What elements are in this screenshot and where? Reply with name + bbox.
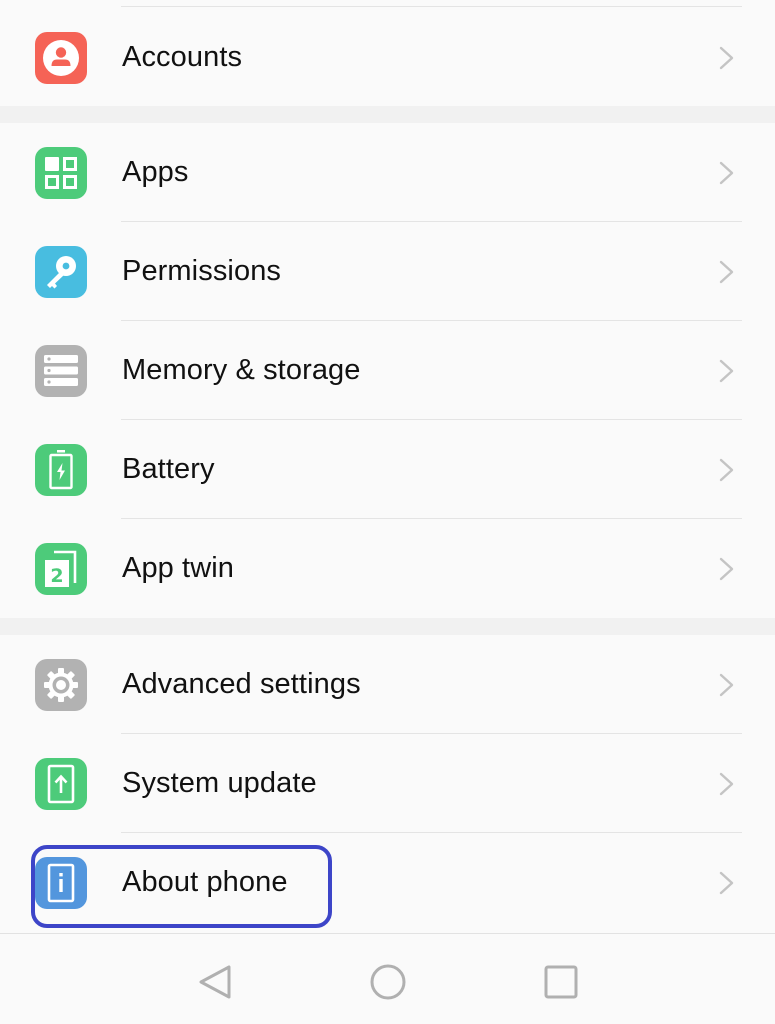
chevron-right-icon [719, 458, 734, 482]
settings-item-about-phone[interactable]: About phone [0, 833, 775, 932]
key-icon [35, 246, 87, 298]
settings-item-label: About phone [122, 866, 288, 898]
settings-item-permissions[interactable]: Permissions [0, 222, 775, 321]
home-circle-icon [370, 964, 406, 1000]
nav-recents-button[interactable] [541, 962, 581, 1002]
settings-item-label: Apps [122, 156, 189, 188]
app-twin-icon: 2 [35, 543, 87, 595]
settings-item-label: Battery [122, 453, 215, 485]
settings-item-label: Permissions [122, 255, 282, 287]
settings-item-label: Advanced settings [122, 668, 361, 700]
chevron-right-icon [719, 557, 734, 581]
settings-item-advanced-settings[interactable]: Advanced settings [0, 635, 775, 734]
settings-item-app-twin[interactable]: 2 App twin [0, 519, 775, 618]
chevron-right-icon [719, 260, 734, 284]
recents-square-icon [544, 965, 578, 999]
chevron-right-icon [719, 359, 734, 383]
settings-item-label: Memory & storage [122, 354, 361, 386]
settings-item-accounts[interactable]: Accounts [0, 8, 775, 107]
chevron-right-icon [719, 772, 734, 796]
info-phone-icon [35, 857, 87, 909]
settings-item-label: System update [122, 767, 317, 799]
settings-section-system: Advanced settings System update About ph… [0, 635, 775, 932]
chevron-right-icon [719, 673, 734, 697]
settings-item-label: Accounts [122, 41, 243, 73]
gear-icon [35, 659, 87, 711]
settings-item-memory-storage[interactable]: Memory & storage [0, 321, 775, 420]
nav-back-button[interactable] [196, 962, 236, 1002]
nav-home-button[interactable] [368, 962, 408, 1002]
chevron-right-icon [719, 871, 734, 895]
top-divider [121, 6, 742, 7]
settings-section-accounts: Accounts [0, 8, 775, 107]
settings-section-apps: Apps Permissions Memory & storage Batter… [0, 123, 775, 618]
svg-text:2: 2 [50, 565, 63, 587]
section-gap [0, 618, 775, 635]
chevron-right-icon [719, 161, 734, 185]
storage-icon [35, 345, 87, 397]
back-triangle-icon [199, 965, 231, 999]
settings-item-battery[interactable]: Battery [0, 420, 775, 519]
settings-item-label: App twin [122, 552, 235, 584]
battery-icon [35, 444, 87, 496]
settings-item-system-update[interactable]: System update [0, 734, 775, 833]
account-icon [35, 32, 87, 84]
system-update-icon [35, 758, 87, 810]
chevron-right-icon [719, 46, 734, 70]
section-gap [0, 106, 775, 123]
settings-item-apps[interactable]: Apps [0, 123, 775, 222]
apps-grid-icon [35, 147, 87, 199]
system-navigation-bar [0, 933, 775, 1024]
